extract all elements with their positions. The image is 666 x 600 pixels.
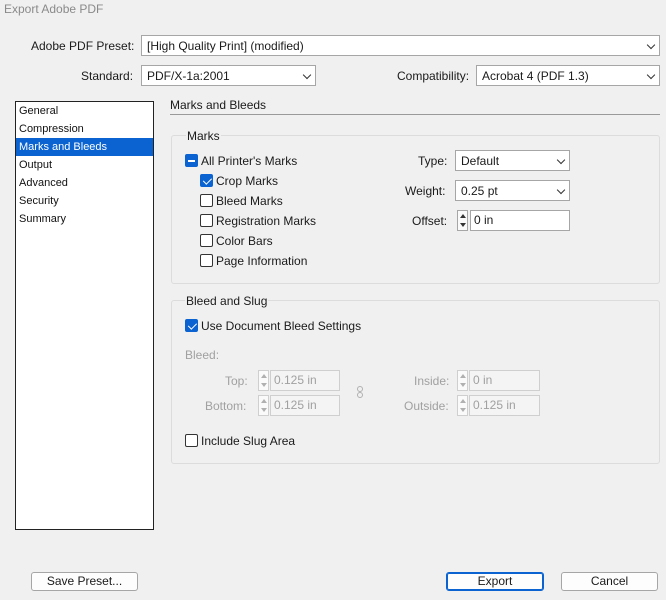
bleed-marks-label: Bleed Marks: [216, 194, 283, 208]
bleed-marks-checkbox[interactable]: [200, 194, 213, 207]
save-preset-button[interactable]: Save Preset...: [31, 572, 138, 591]
page-information-checkbox[interactable]: [200, 254, 213, 267]
page-information-label: Page Information: [216, 254, 308, 268]
bottom-stepper[interactable]: [258, 395, 269, 416]
bleed-label: Bleed:: [185, 348, 220, 362]
marks-group-title: Marks: [186, 129, 221, 143]
type-label: Type:: [418, 154, 448, 168]
registration-marks-checkbox[interactable]: [200, 214, 213, 227]
window-title: Export Adobe PDF: [4, 2, 104, 16]
outside-label: Outside:: [404, 399, 449, 413]
use-document-bleed-checkbox[interactable]: [185, 319, 198, 332]
use-document-bleed-label: Use Document Bleed Settings: [201, 319, 362, 333]
compatibility-dropdown[interactable]: Acrobat 4 (PDF 1.3): [476, 65, 660, 86]
preset-value: [High Quality Print] (modified): [147, 39, 304, 53]
color-bars-label: Color Bars: [216, 234, 273, 248]
preset-dropdown[interactable]: [High Quality Print] (modified): [141, 35, 660, 56]
offset-label: Offset:: [412, 214, 448, 228]
outside-field[interactable]: 0.125 in: [469, 395, 540, 416]
crop-marks-checkbox[interactable]: [200, 174, 213, 187]
sidebar-item-output[interactable]: Output: [16, 156, 153, 174]
sidebar-item-summary[interactable]: Summary: [16, 210, 153, 228]
color-bars-checkbox[interactable]: [200, 234, 213, 247]
bleed-slug-group-title: Bleed and Slug: [185, 294, 269, 308]
title-bar: Export Adobe PDF: [0, 0, 666, 22]
standard-value: PDF/X-1a:2001: [147, 69, 230, 83]
weight-label: Weight:: [405, 184, 446, 198]
category-list[interactable]: General Compression Marks and Bleeds Out…: [15, 101, 154, 530]
all-printers-marks-checkbox[interactable]: [185, 154, 198, 167]
include-slug-label: Include Slug Area: [201, 434, 296, 448]
weight-value: 0.25 pt: [461, 184, 498, 198]
sidebar-item-marks-and-bleeds[interactable]: Marks and Bleeds: [16, 138, 153, 156]
standard-dropdown[interactable]: PDF/X-1a:2001: [141, 65, 316, 86]
chevron-down-icon: [556, 185, 566, 195]
offset-stepper[interactable]: [457, 210, 468, 231]
type-dropdown[interactable]: Default: [455, 150, 570, 171]
section-title: Marks and Bleeds: [170, 98, 267, 112]
chevron-down-icon: [302, 70, 312, 80]
include-slug-checkbox[interactable]: [185, 434, 198, 447]
inside-label: Inside:: [414, 374, 450, 388]
chain-link-icon[interactable]: [356, 386, 364, 400]
section-divider: [170, 114, 660, 115]
outside-stepper[interactable]: [457, 395, 468, 416]
inside-field[interactable]: 0 in: [469, 370, 540, 391]
sidebar-item-advanced[interactable]: Advanced: [16, 174, 153, 192]
sidebar-item-security[interactable]: Security: [16, 192, 153, 210]
standard-label: Standard:: [81, 69, 134, 83]
sidebar-item-general[interactable]: General: [16, 102, 153, 120]
chevron-down-icon: [646, 70, 656, 80]
top-field[interactable]: 0.125 in: [270, 370, 340, 391]
bottom-label: Bottom:: [205, 399, 247, 413]
inside-stepper[interactable]: [457, 370, 468, 391]
top-stepper[interactable]: [258, 370, 269, 391]
export-button[interactable]: Export: [446, 572, 544, 591]
compatibility-value: Acrobat 4 (PDF 1.3): [482, 69, 589, 83]
weight-dropdown[interactable]: 0.25 pt: [455, 180, 570, 201]
registration-marks-label: Registration Marks: [216, 214, 317, 228]
offset-field[interactable]: 0 in: [470, 210, 570, 231]
bottom-field[interactable]: 0.125 in: [270, 395, 340, 416]
top-label: Top:: [225, 374, 248, 388]
all-printers-marks-label: All Printer's Marks: [201, 154, 298, 168]
chevron-down-icon: [556, 155, 566, 165]
cancel-button[interactable]: Cancel: [561, 572, 658, 591]
preset-label: Adobe PDF Preset:: [31, 39, 135, 53]
type-value: Default: [461, 154, 500, 168]
crop-marks-label: Crop Marks: [216, 174, 279, 188]
sidebar-item-compression[interactable]: Compression: [16, 120, 153, 138]
chevron-down-icon: [646, 40, 656, 50]
compatibility-label: Compatibility:: [397, 69, 470, 83]
